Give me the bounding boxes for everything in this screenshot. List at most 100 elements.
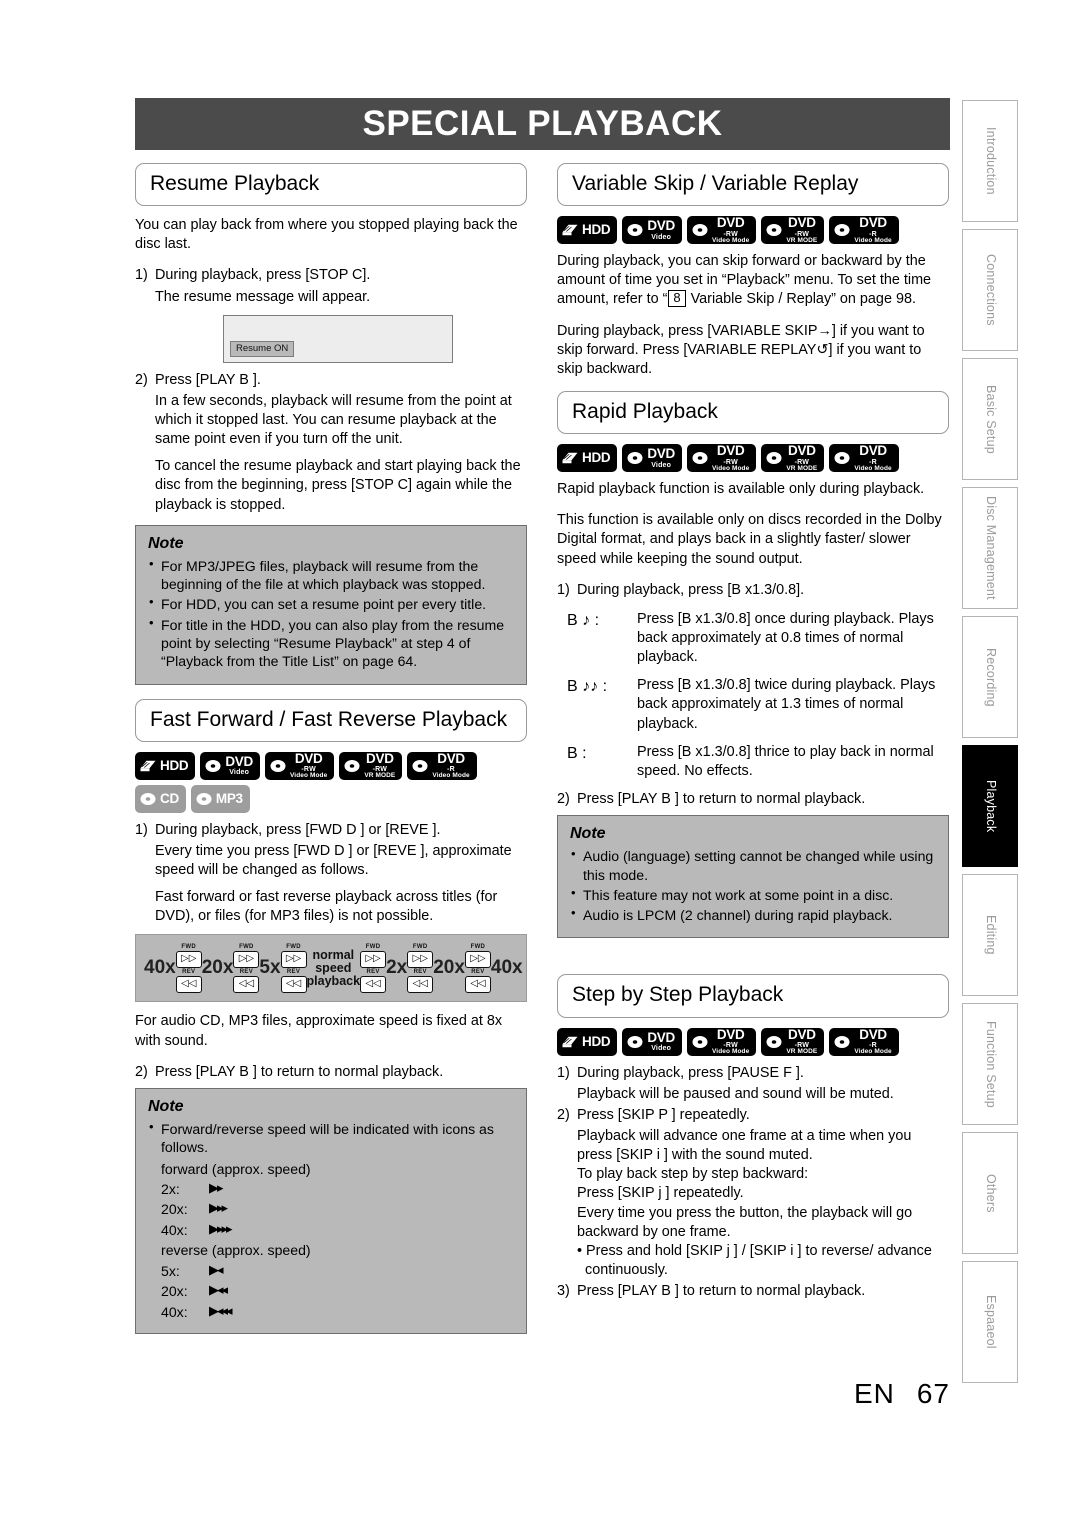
badge-row-variable-skip: HDD DVD Video DVD -RW Video Mode DVD -RW… xyxy=(557,215,949,245)
badge-dvd-rw-vr-mode: DVD -RW VR MODE xyxy=(339,752,403,780)
step-text: During playback, press [STOP C]. xyxy=(155,267,371,284)
rev-caption: REV xyxy=(239,968,254,975)
resume-screen-mock: Resume ON xyxy=(223,314,453,363)
badge-dvd-rw-video-mode: DVD -RW Video Mode xyxy=(264,750,335,780)
section-header-rapid-playback: Rapid Playback xyxy=(557,390,949,435)
fwd-rev-button-pair: FWD ▷▷ REV ◁◁ xyxy=(233,944,260,993)
rev-key-icon: ◁◁ xyxy=(233,975,260,993)
section-title: Rapid Playback xyxy=(572,399,718,423)
tab-label: Introduction xyxy=(983,127,998,195)
ff-step-2: 2) Press [PLAY B ] to return to normal p… xyxy=(135,1063,527,1082)
badge-sublabel: Video xyxy=(651,461,672,469)
reverse-speed-icon: ▶◂◂◂ xyxy=(209,1302,233,1318)
tab-label: Others xyxy=(983,1173,998,1213)
badge-sublabel2: Video Mode xyxy=(854,1048,892,1056)
note-box-rapid-playback: Note Audio (language) setting cannot be … xyxy=(557,815,949,939)
manual-page: SPECIAL PLAYBACK Resume Playback You can… xyxy=(0,0,1080,1528)
badge-sublabel2: Video Mode xyxy=(711,1048,750,1056)
rev-caption: REV xyxy=(182,968,196,975)
forward-group-label: forward (approx. speed) xyxy=(161,1160,311,1177)
sbs-step-2-sub-1: Playback will advance one frame at a tim… xyxy=(577,1127,912,1164)
footer-page-number: 67 xyxy=(916,1378,950,1409)
step-text: Press [PLAY B ]. xyxy=(155,371,261,388)
tab-label: Espaaeol xyxy=(983,1295,998,1349)
sidebar-tab-recording[interactable]: Recording xyxy=(962,616,1018,738)
tab-label: Editing xyxy=(983,915,998,955)
rev-caption: REV xyxy=(413,968,427,975)
badge-label: DVD xyxy=(294,750,323,766)
page-banner: SPECIAL PLAYBACK xyxy=(135,98,950,150)
badge-hdd: HDD xyxy=(557,444,618,473)
rev-key-icon: ◁◁ xyxy=(175,975,202,993)
rapid-step-1: 1) During playback, press [B x1.3/0.8]. xyxy=(557,581,949,600)
sidebar-tab-basic-setup[interactable]: Basic Setup xyxy=(962,358,1018,480)
reverse-speed-icon: ▶◂ xyxy=(209,1261,223,1277)
badge-mp3: MP3 xyxy=(190,784,250,813)
fwd-key-icon: ▷▷ xyxy=(464,950,491,968)
section-header-fast-forward: Fast Forward / Fast Reverse Playback xyxy=(135,698,527,742)
rapid-mode-key: B ♪♪ : xyxy=(567,678,608,696)
sidebar-tab-function-setup[interactable]: Function Setup xyxy=(962,1003,1018,1125)
badge-label: HDD xyxy=(160,757,189,773)
tab-label: Function Setup xyxy=(983,1020,998,1108)
badge-dvd-rw-video-mode: DVD -RW Video Mode xyxy=(686,215,757,245)
note-item: For title in the HDD, you can also play … xyxy=(148,615,514,671)
sbs-step-2-sub-2: To play back step by step backward: xyxy=(577,1166,809,1183)
rev-key-icon: ◁◁ xyxy=(407,975,434,993)
badge-sublabel: Video xyxy=(651,1045,672,1053)
speed-label: 40x xyxy=(490,957,523,979)
speed-label: 5x xyxy=(259,957,281,979)
variable-skip-para-1: During playback, you can skip forward or… xyxy=(557,252,949,309)
badge-label: DVD xyxy=(716,215,745,231)
forward-speed-icon: ▶▸▸ xyxy=(209,1200,228,1216)
disc-icon xyxy=(766,452,782,465)
badge-row-rapid-playback: HDD DVD Video DVD -RW Video Mode DVD -RW… xyxy=(557,444,949,473)
badge-dvd-video: DVD Video xyxy=(622,216,682,245)
sidebar-tab-introduction[interactable]: Introduction xyxy=(962,100,1018,222)
disc-icon xyxy=(766,224,782,237)
disc-icon xyxy=(205,759,221,772)
disc-icon xyxy=(627,1035,643,1048)
badge-label: DVD xyxy=(788,215,816,231)
speed-label: 40x xyxy=(144,957,176,979)
sidebar-tab-others[interactable]: Others xyxy=(962,1132,1018,1254)
resume-step-2-sub-2: To cancel the resume playback and start … xyxy=(155,458,521,513)
rapid-mode-description: Press [B x1.3/0.8] once during playback.… xyxy=(637,610,934,666)
sidebar-tab-connections[interactable]: Connections xyxy=(962,229,1018,351)
sidebar-tab-espanol[interactable]: Espaaeol xyxy=(962,1261,1018,1383)
normal-speed-label: normal speed playback xyxy=(306,947,361,989)
forward-group-label-row: forward (approx. speed) xyxy=(161,1159,514,1179)
badge-dvd-rw-vr-mode: DVD -RW VR MODE xyxy=(761,444,825,473)
note-item: Forward/reverse speed will be indicated … xyxy=(148,1119,514,1157)
badge-dvd-r-video-mode: DVD -R Video Mode xyxy=(407,750,477,780)
badge-dvd-video: DVD Video xyxy=(200,751,260,780)
disc-icon xyxy=(140,792,156,805)
sidebar-tab-playback[interactable]: Playback xyxy=(962,745,1018,867)
section-title: Resume Playback xyxy=(150,172,320,195)
fwd-key-icon: ▷▷ xyxy=(280,950,307,968)
sidebar-tab-disc-management[interactable]: Disc Management xyxy=(962,487,1018,609)
badge-dvd-video: DVD Video xyxy=(622,1027,682,1056)
sidebar-tab-editing[interactable]: Editing xyxy=(962,874,1018,996)
hdd-icon xyxy=(562,224,578,236)
footer-language-code: EN xyxy=(853,1378,895,1409)
fwd-rev-button-pair: FWD ▷▷ REV ◁◁ xyxy=(280,944,307,993)
note-item: For HDD, you can set a resume point per … xyxy=(148,594,514,613)
badge-sublabel2: VR MODE xyxy=(786,1048,818,1056)
speed-row: 20x: ▶◂◂ xyxy=(161,1281,514,1301)
reverse-group-label: reverse (approx. speed) xyxy=(161,1242,311,1259)
badge-label: DVD xyxy=(437,750,465,766)
note-title: Note xyxy=(148,534,184,552)
tab-label: Disc Management xyxy=(983,496,998,600)
badge-label: MP3 xyxy=(215,790,243,806)
badge-label: DVD xyxy=(225,753,253,769)
hdd-icon xyxy=(140,760,156,771)
page-title: SPECIAL PLAYBACK xyxy=(362,104,723,143)
step-text: Press [PLAY B ] to return to normal play… xyxy=(155,1063,444,1080)
speed-row: 20x: ▶▸▸ xyxy=(161,1199,514,1219)
disc-icon xyxy=(766,1035,782,1048)
fwd-key-icon: ▷▷ xyxy=(407,950,434,968)
step-number: 2) xyxy=(135,371,148,388)
badge-label: DVD xyxy=(716,1026,745,1042)
left-column: Resume Playback You can play back from w… xyxy=(135,163,527,1348)
